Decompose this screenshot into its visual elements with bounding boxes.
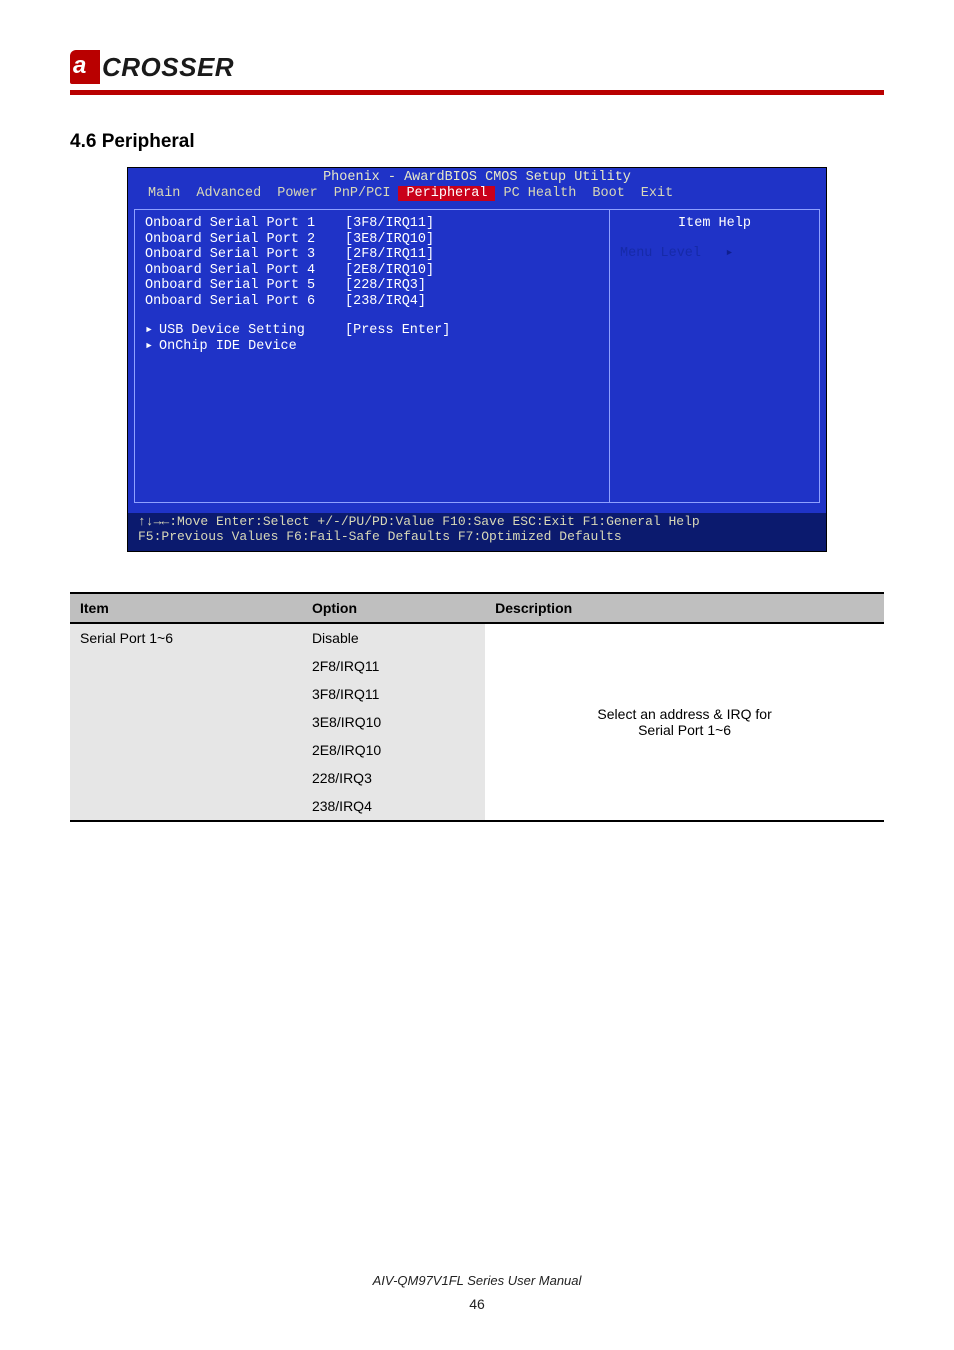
bios-menu-pnppci: PnP/PCI: [326, 186, 399, 202]
bios-row-label: Onboard Serial Port 3: [145, 247, 345, 263]
cell-option: 238/IRQ4: [302, 792, 485, 821]
bios-menu-level-label: Menu Level: [620, 246, 701, 261]
bios-help-pane: Item Help Menu Level ▸: [610, 209, 820, 503]
bios-menu-power: Power: [269, 186, 326, 202]
bios-help-title: Item Help: [620, 216, 809, 232]
bios-row-value: [228/IRQ3]: [345, 278, 426, 294]
cell-option: 3E8/IRQ10: [302, 708, 485, 736]
bios-row: Onboard Serial Port 2[3E8/IRQ10]: [145, 232, 599, 248]
bios-row-value: [238/IRQ4]: [345, 294, 426, 310]
bios-footer: ↑↓→←:Move Enter:Select +/-/PU/PD:Value F…: [128, 513, 826, 551]
bios-body: Onboard Serial Port 1[3F8/IRQ11] Onboard…: [128, 203, 826, 513]
logo-mark: a: [70, 50, 100, 84]
bios-menu-exit: Exit: [633, 186, 681, 202]
bios-menu-advanced: Advanced: [188, 186, 269, 202]
bios-footer-line2: F5:Previous Values F6:Fail-Safe Defaults…: [138, 530, 816, 545]
col-option: Option: [302, 593, 485, 623]
bios-row-label: Onboard Serial Port 5: [145, 278, 345, 294]
bios-menu-boot: Boot: [584, 186, 632, 202]
desc-line: Select an address & IRQ for: [495, 706, 874, 722]
bios-subitem: ▸OnChip IDE Device: [145, 339, 599, 355]
cell-option: 228/IRQ3: [302, 764, 485, 792]
bios-menubar: MainAdvancedPowerPnP/PCIPeripheralPC Hea…: [128, 186, 826, 204]
cell-option: 3F8/IRQ11: [302, 680, 485, 708]
bios-footer-line1: ↑↓→←:Move Enter:Select +/-/PU/PD:Value F…: [138, 515, 816, 530]
cell-option: Disable: [302, 623, 485, 652]
triangle-right-icon: ▸: [145, 339, 159, 355]
bios-title: Phoenix - AwardBIOS CMOS Setup Utility: [128, 168, 826, 186]
table-header-row: Item Option Description: [70, 593, 884, 623]
bios-row-label: Onboard Serial Port 2: [145, 232, 345, 248]
bios-menu-pchealth: PC Health: [495, 186, 584, 202]
bios-menu-main: Main: [140, 186, 188, 202]
bios-row: Onboard Serial Port 1[3F8/IRQ11]: [145, 216, 599, 232]
triangle-right-icon: ▸: [725, 246, 733, 261]
col-item: Item: [70, 593, 302, 623]
cell-option: 2F8/IRQ11: [302, 652, 485, 680]
header-divider: [70, 90, 884, 95]
bios-subitem-label: ▸USB Device Setting: [145, 323, 345, 339]
bios-row: Onboard Serial Port 5[228/IRQ3]: [145, 278, 599, 294]
bios-row-label: Onboard Serial Port 1: [145, 216, 345, 232]
bios-row: Onboard Serial Port 3[2F8/IRQ11]: [145, 247, 599, 263]
col-description: Description: [485, 593, 884, 623]
bios-subitem: ▸USB Device Setting[Press Enter]: [145, 323, 599, 339]
page-number: 46: [70, 1296, 884, 1312]
bios-row-value: [2E8/IRQ10]: [345, 263, 434, 279]
bios-row: Onboard Serial Port 4[2E8/IRQ10]: [145, 263, 599, 279]
table-row: Serial Port 1~6DisableSelect an address …: [70, 623, 884, 652]
bios-menu-peripheral: Peripheral: [398, 186, 495, 202]
bios-row-value: [3F8/IRQ11]: [345, 216, 434, 232]
logo-text: CROSSER: [102, 54, 234, 80]
bios-menu-level: Menu Level ▸: [620, 246, 809, 262]
bios-left-pane: Onboard Serial Port 1[3F8/IRQ11] Onboard…: [134, 209, 610, 503]
section-title: 4.6 Peripheral: [70, 131, 884, 153]
bios-row: Onboard Serial Port 6[238/IRQ4]: [145, 294, 599, 310]
brand-logo: a CROSSER: [70, 50, 884, 84]
bios-row-label: Onboard Serial Port 6: [145, 294, 345, 310]
bios-subitem-label: ▸OnChip IDE Device: [145, 339, 345, 355]
logo-a-letter: a: [73, 54, 86, 78]
bios-row-label: Onboard Serial Port 4: [145, 263, 345, 279]
page-footer: AIV-QM97V1FL Series User Manual 46: [70, 1273, 884, 1312]
bios-subitem-value: [Press Enter]: [345, 323, 450, 339]
cell-description: Select an address & IRQ forSerial Port 1…: [485, 623, 884, 821]
settings-table: Item Option Description Serial Port 1~6D…: [70, 592, 884, 822]
bios-row-value: [3E8/IRQ10]: [345, 232, 434, 248]
triangle-right-icon: ▸: [145, 323, 159, 339]
cell-item: Serial Port 1~6: [70, 623, 302, 821]
bios-row-value: [2F8/IRQ11]: [345, 247, 434, 263]
desc-line: Serial Port 1~6: [495, 722, 874, 738]
footer-title: AIV-QM97V1FL Series User Manual: [70, 1273, 884, 1288]
bios-screenshot: Phoenix - AwardBIOS CMOS Setup Utility M…: [127, 167, 827, 552]
cell-option: 2E8/IRQ10: [302, 736, 485, 764]
